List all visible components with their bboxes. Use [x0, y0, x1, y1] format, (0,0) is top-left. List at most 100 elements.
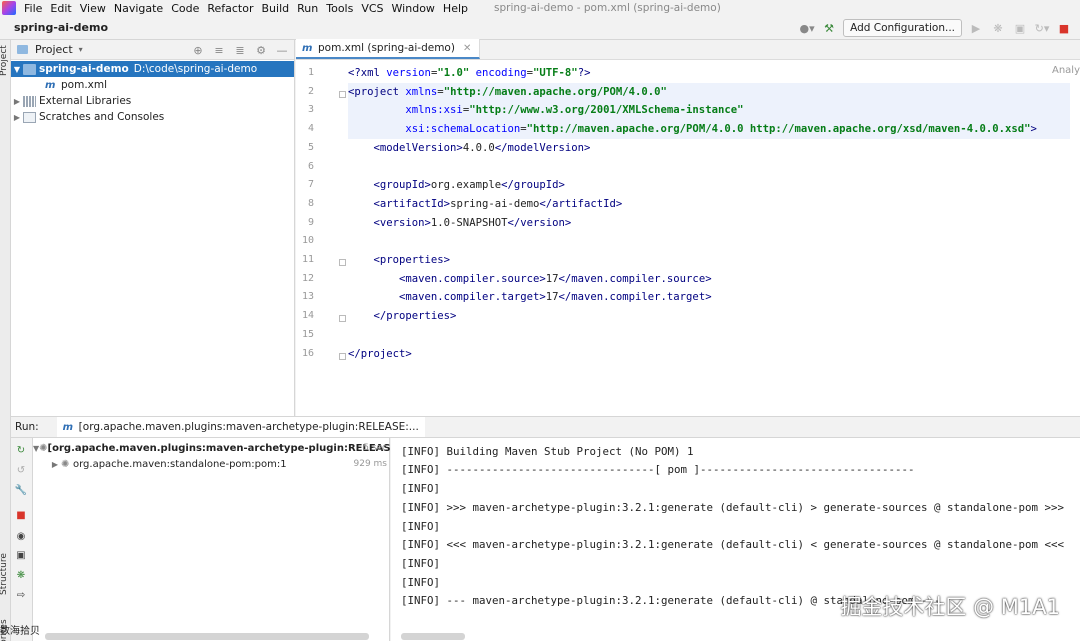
maven-icon: m — [302, 42, 313, 54]
stop-icon[interactable]: ■ — [1056, 20, 1072, 36]
chevron-down-icon[interactable]: ▾ — [79, 45, 83, 54]
camera-icon[interactable]: ▣ — [14, 549, 28, 563]
line-number: 14 — [301, 310, 314, 322]
debug-bug-icon[interactable]: ❋ — [14, 569, 28, 583]
code-token: <maven.compiler.target> — [399, 291, 546, 304]
code-token: "http://maven.apache.org/POM/4.0.0 http:… — [526, 123, 1031, 136]
tree-item-label: Scratches and Consoles — [39, 111, 165, 123]
editor-tab-pom-xml[interactable]: m pom.xml (spring-ai-demo) ✕ — [296, 39, 481, 59]
line-number: 8 — [307, 197, 314, 209]
breadcrumb-project[interactable]: spring-ai-demo — [14, 21, 108, 34]
run-tree-time: 5 sec — [363, 443, 387, 453]
code-token: </maven.compiler.target> — [558, 291, 712, 304]
run-tab[interactable]: m [org.apache.maven.plugins:maven-archet… — [56, 417, 425, 437]
code-area[interactable]: <?xml version="1.0" encoding="UTF-8"?> <p… — [348, 61, 1080, 416]
code-line: <properties> — [348, 251, 451, 270]
project-panel-header: Project ▾ ⊕ ≡ ≣ ⚙ — — [11, 40, 294, 60]
code-token: <modelVersion> — [373, 141, 463, 154]
run-toolbar: ●▾ ⚒ Add Configuration... ▶ ❋ ▣ ↻▾ ■ — [799, 18, 1072, 38]
scratches-icon — [23, 111, 36, 123]
tree-item-label: External Libraries — [39, 95, 132, 107]
rerun-icon[interactable]: ↻ — [14, 444, 28, 458]
run-tree-row-standalone-pom[interactable]: ▶ ✺ org.apache.maven:standalone-pom:pom:… — [33, 456, 390, 472]
tree-item-spring-ai-demo[interactable]: ▼ spring-ai-demo D:\code\spring-ai-demo — [11, 61, 294, 77]
window-title: spring-ai-demo - pom.xml (spring-ai-demo… — [494, 2, 721, 14]
code-token: <properties> — [373, 254, 451, 266]
line-number: 13 — [301, 291, 314, 303]
stop-icon[interactable]: ■ — [14, 509, 28, 523]
menu-help[interactable]: Help — [439, 2, 472, 15]
user-icon[interactable]: ●▾ — [799, 20, 815, 36]
menu-code[interactable]: Code — [167, 2, 203, 15]
run-tree-horizontal-scrollbar[interactable] — [45, 633, 369, 640]
console-line: [INFO] >>> maven-archetype-plugin:3.2.1:… — [401, 500, 1065, 514]
run-tree-row-plugin[interactable]: ▼ ✺ [org.apache.maven.plugins:maven-arch… — [33, 440, 409, 456]
close-icon[interactable]: ✕ — [463, 43, 471, 54]
menu-tools[interactable]: Tools — [322, 2, 357, 15]
code-token: <groupId> — [373, 179, 431, 192]
profile-icon[interactable]: ↻▾ — [1034, 20, 1050, 36]
tree-item-pom-xml[interactable]: m pom.xml — [11, 77, 294, 93]
project-tool-window-tab[interactable]: Project — [0, 45, 9, 76]
line-number: 4 — [307, 123, 314, 135]
menu-refactor[interactable]: Refactor — [203, 2, 257, 15]
structure-tool-window-tab[interactable]: Structure — [0, 553, 9, 595]
console-line: [INFO] Building Maven Stub Project (No P… — [401, 444, 694, 458]
menu-run[interactable]: Run — [293, 2, 322, 15]
editor-panel: m pom.xml (spring-ai-demo) ✕ Analy 12345… — [296, 39, 1080, 416]
code-token: encoding — [475, 67, 527, 79]
menu-window[interactable]: Window — [388, 2, 439, 15]
chevron-right-icon[interactable]: ▶ — [11, 97, 23, 106]
gear-icon[interactable]: ⚙ — [253, 42, 269, 58]
run-icon[interactable]: ▶ — [968, 20, 984, 36]
eye-icon[interactable]: ◉ — [14, 530, 28, 544]
menu-file[interactable]: File — [20, 2, 46, 15]
code-token: > — [1030, 123, 1037, 136]
debug-icon[interactable]: ❋ — [990, 20, 1006, 36]
rerun-failed-icon[interactable]: ↺ — [14, 464, 28, 478]
chevron-down-icon[interactable]: ▼ — [11, 65, 23, 74]
exit-icon[interactable]: ⇨ — [14, 589, 28, 603]
line-number: 10 — [301, 235, 314, 247]
chevron-right-icon[interactable]: ▶ — [11, 113, 23, 122]
build-hammer-icon[interactable]: ⚒ — [821, 20, 837, 36]
run-tool-buttons: ↻ ↺ 🔧 ■ ◉ ▣ ❋ ⇨ — [11, 438, 33, 641]
fold-marker-icon[interactable] — [339, 90, 346, 98]
code-token: spring-ai-demo — [450, 197, 540, 210]
locate-file-icon[interactable]: ⊕ — [190, 42, 206, 58]
left-tool-strip: Project Structure Favorites — [0, 40, 11, 641]
console-output[interactable]: [INFO] --- maven-archetype-plugin:3.2.1:… — [391, 438, 1080, 641]
menu-view[interactable]: View — [76, 2, 110, 15]
fold-marker-icon[interactable] — [339, 259, 346, 266]
code-token: version — [386, 67, 431, 79]
menu-build[interactable]: Build — [258, 2, 294, 15]
line-number: 9 — [307, 216, 314, 228]
code-token: <maven.compiler.source> — [399, 272, 546, 285]
menu-navigate[interactable]: Navigate — [110, 2, 167, 15]
menu-vcs[interactable]: VCS — [357, 2, 387, 15]
fold-marker-icon[interactable] — [339, 352, 346, 360]
expand-all-icon[interactable]: ≡ — [211, 42, 227, 58]
menu-edit[interactable]: Edit — [46, 2, 75, 15]
console-horizontal-scrollbar[interactable] — [401, 633, 465, 640]
wrench-icon[interactable]: 🔧 — [14, 484, 28, 498]
tree-item-external-libraries[interactable]: ▶ External Libraries — [11, 93, 294, 109]
chevron-right-icon[interactable]: ▶ — [49, 460, 61, 469]
hide-icon[interactable]: — — [274, 42, 290, 58]
intellij-logo-icon — [2, 1, 16, 15]
line-number: 2 — [307, 85, 314, 97]
project-panel-title[interactable]: Project — [35, 43, 73, 56]
collapse-all-icon[interactable]: ≣ — [232, 42, 248, 58]
console-line: [INFO] <<< maven-archetype-plugin:3.2.1:… — [401, 538, 1065, 552]
add-configuration-button[interactable]: Add Configuration... — [843, 19, 962, 37]
code-token: ?> — [577, 67, 591, 79]
fold-marker-icon[interactable] — [339, 315, 346, 323]
tree-item-scratches[interactable]: ▶ Scratches and Consoles — [11, 109, 294, 125]
code-token: xmlns:xsi — [405, 104, 463, 117]
console-line: [INFO] — [401, 482, 441, 496]
coverage-icon[interactable]: ▣ — [1012, 20, 1028, 36]
code-token: </properties> — [373, 310, 457, 323]
